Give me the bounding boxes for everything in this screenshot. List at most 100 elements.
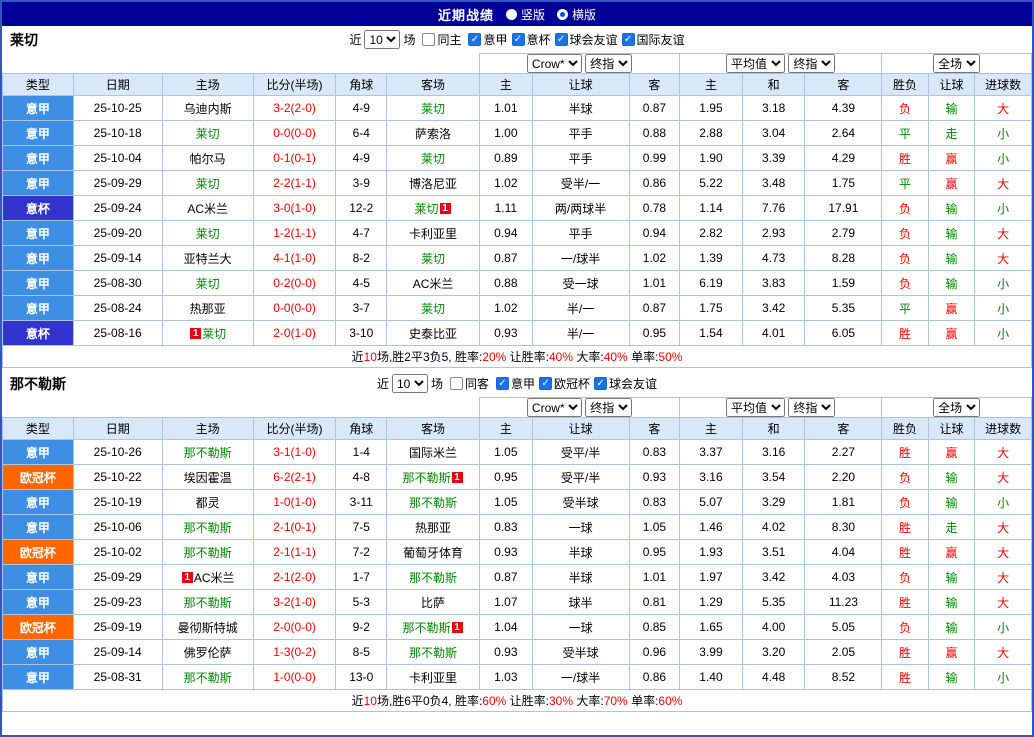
home-team-cell[interactable]: 那不勒斯	[161, 664, 254, 690]
score-cell[interactable]: 4-1(1-0)	[252, 245, 337, 271]
away-team-cell[interactable]: 那不勒斯 1	[386, 614, 481, 640]
away-team-cell[interactable]: 热那亚	[386, 514, 481, 540]
team-name[interactable]: 热那亚	[415, 521, 451, 535]
radio-icon[interactable]	[557, 8, 568, 20]
team-name[interactable]: 帕尔马	[190, 152, 226, 166]
bookmaker-select[interactable]: Crow*	[526, 54, 582, 73]
checkbox-icon[interactable]: ✓	[496, 377, 509, 390]
score-cell[interactable]: 1-2(1-1)	[252, 220, 337, 246]
away-team-cell[interactable]: 那不勒斯	[386, 639, 481, 665]
score-cell[interactable]: 1-0(0-0)	[252, 664, 337, 690]
team-name[interactable]: 那不勒斯	[409, 571, 457, 585]
checkbox-icon[interactable]: ✓	[539, 377, 553, 390]
score-cell[interactable]: 3-1(1-0)	[252, 439, 337, 465]
home-team-cell[interactable]: 佛罗伦萨	[161, 639, 254, 665]
home-team-cell[interactable]: 曼彻斯特城	[161, 614, 254, 640]
away-team-cell[interactable]: 葡萄牙体育	[386, 539, 481, 565]
away-team-cell[interactable]: 那不勒斯 1	[386, 464, 481, 490]
team-name[interactable]: 卡利亚里	[409, 227, 457, 241]
team-name[interactable]: 亚特兰大	[184, 252, 232, 266]
away-team-cell[interactable]: AC米兰	[386, 270, 481, 296]
match-count-select[interactable]: 10	[391, 374, 428, 393]
team-name[interactable]: 莱切	[421, 302, 445, 316]
average-select[interactable]: 平均值	[726, 398, 786, 417]
score-cell[interactable]: 0-0(0-0)	[252, 295, 337, 321]
team-name[interactable]: 萨索洛	[415, 127, 451, 141]
league-filter[interactable]: ✓ 欧冠杯	[539, 375, 590, 392]
team-name[interactable]: 莱切	[421, 102, 445, 116]
team-name[interactable]: 莱切	[415, 202, 439, 216]
team-name[interactable]: 那不勒斯	[409, 646, 457, 660]
home-team-cell[interactable]: 那不勒斯	[161, 539, 254, 565]
team-name[interactable]: 史泰比亚	[409, 327, 457, 341]
team-name[interactable]: 都灵	[196, 496, 220, 510]
home-team-cell[interactable]: 那不勒斯	[161, 589, 254, 615]
team-name[interactable]: 莱切	[421, 152, 445, 166]
league-filter[interactable]: ✓ 国际友谊	[621, 31, 685, 48]
league-filter[interactable]: ✓ 意甲	[468, 31, 508, 48]
checkbox-icon[interactable]: ✓	[468, 33, 482, 46]
scope-select[interactable]: 全场	[933, 398, 981, 417]
team-name[interactable]: 那不勒斯	[184, 546, 232, 560]
away-team-cell[interactable]: 萨索洛	[386, 120, 481, 146]
home-team-cell[interactable]: AC米兰	[161, 195, 254, 221]
checkbox-icon[interactable]: ✓	[621, 33, 635, 46]
away-team-cell[interactable]: 那不勒斯	[386, 489, 481, 515]
league-filter[interactable]: ✓ 球会友谊	[594, 375, 657, 392]
score-cell[interactable]: 2-1(1-1)	[252, 539, 337, 565]
away-team-cell[interactable]: 国际米兰	[386, 439, 481, 465]
away-team-cell[interactable]: 史泰比亚	[386, 320, 481, 346]
odds-stage-select[interactable]: 终指	[585, 398, 633, 417]
team-name[interactable]: 莱切	[196, 227, 220, 241]
score-cell[interactable]: 0-0(0-0)	[252, 120, 337, 146]
away-team-cell[interactable]: 莱切	[386, 145, 481, 171]
score-cell[interactable]: 1-0(1-0)	[252, 489, 337, 515]
league-filter[interactable]: ✓ 意甲	[496, 375, 535, 392]
team-name[interactable]: 那不勒斯	[403, 621, 451, 635]
match-count-select[interactable]: 10	[364, 30, 401, 49]
score-cell[interactable]: 2-0(0-0)	[252, 614, 337, 640]
away-team-cell[interactable]: 卡利亚里	[386, 664, 481, 690]
team-name[interactable]: 莱切	[196, 127, 220, 141]
home-team-cell[interactable]: 热那亚	[161, 295, 254, 321]
home-team-cell[interactable]: 亚特兰大	[161, 245, 254, 271]
home-team-cell[interactable]: 那不勒斯	[161, 514, 254, 540]
home-team-cell[interactable]: 帕尔马	[161, 145, 254, 171]
team-name[interactable]: 莱切	[202, 327, 226, 341]
away-team-cell[interactable]: 比萨	[386, 589, 481, 615]
scope-select[interactable]: 全场	[933, 54, 981, 73]
team-name[interactable]: 乌迪内斯	[184, 102, 232, 116]
away-team-cell[interactable]: 莱切	[386, 245, 481, 271]
team-name[interactable]: 佛罗伦萨	[184, 646, 232, 660]
team-name[interactable]: 那不勒斯	[184, 671, 232, 685]
checkbox-icon[interactable]	[422, 33, 436, 46]
score-cell[interactable]: 1-3(0-2)	[252, 639, 337, 665]
away-team-cell[interactable]: 莱切	[386, 295, 481, 321]
team-name[interactable]: 那不勒斯	[403, 471, 451, 485]
score-cell[interactable]: 0-1(0-1)	[252, 145, 337, 171]
home-team-cell[interactable]: 埃因霍温	[161, 464, 254, 490]
home-team-cell[interactable]: 那不勒斯	[161, 439, 254, 465]
away-team-cell[interactable]: 博洛尼亚	[386, 170, 481, 196]
away-team-cell[interactable]: 莱切 1	[386, 195, 481, 221]
checkbox-icon[interactable]: ✓	[554, 33, 568, 46]
score-cell[interactable]: 3-0(1-0)	[252, 195, 337, 221]
home-team-cell[interactable]: 都灵	[161, 489, 254, 515]
score-cell[interactable]: 2-1(2-0)	[252, 564, 337, 590]
league-filter[interactable]: ✓ 球会友谊	[554, 31, 618, 48]
avg-stage-select[interactable]: 终指	[788, 398, 836, 417]
home-team-cell[interactable]: 莱切	[161, 120, 254, 146]
team-name[interactable]: 那不勒斯	[409, 496, 457, 510]
team-name[interactable]: 那不勒斯	[184, 446, 232, 460]
away-team-cell[interactable]: 卡利亚里	[386, 220, 481, 246]
score-cell[interactable]: 2-1(0-1)	[252, 514, 337, 540]
score-cell[interactable]: 2-2(1-1)	[252, 170, 337, 196]
team-name[interactable]: 埃因霍温	[184, 471, 232, 485]
score-cell[interactable]: 2-0(1-0)	[252, 320, 337, 346]
avg-stage-select[interactable]: 终指	[788, 54, 836, 73]
average-select[interactable]: 平均值	[726, 54, 786, 73]
home-team-cell[interactable]: 莱切	[161, 220, 254, 246]
team-name[interactable]: 卡利亚里	[409, 671, 457, 685]
home-team-cell[interactable]: 莱切	[161, 270, 254, 296]
team-name[interactable]: 博洛尼亚	[409, 177, 457, 191]
